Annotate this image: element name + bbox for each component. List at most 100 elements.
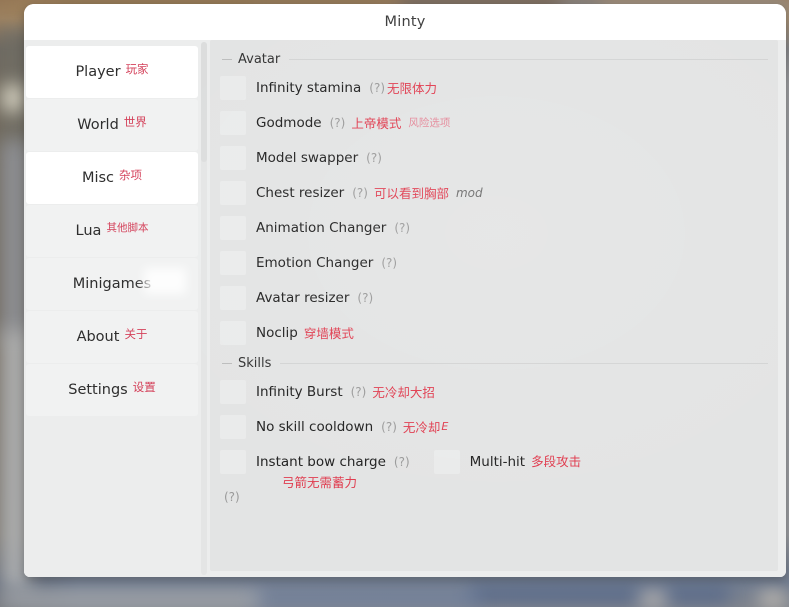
bg-blob-bottom-hud xyxy=(470,588,730,602)
option-label: Instant bow charge xyxy=(256,454,386,470)
sidebar-item-player[interactable]: Player 玩家 xyxy=(26,46,198,98)
option-row[interactable]: Chest resizer (?) 可以看到胸部 mod xyxy=(216,175,768,210)
option-label: Godmode xyxy=(256,114,322,131)
option-annotation-secondary: 风险选项 xyxy=(408,117,451,129)
sidebar-item-label-cn: 玩家 xyxy=(125,62,149,76)
checkbox-infinity-burst[interactable] xyxy=(220,379,246,404)
group-divider xyxy=(280,362,768,364)
option-row[interactable]: Infinity Burst (?) 无冷却大招 xyxy=(216,374,768,409)
sidebar-item-label: Player xyxy=(75,64,121,80)
group-header: Avatar xyxy=(216,48,768,70)
sidebar-item-label-cn: 设置 xyxy=(132,380,156,394)
checkbox-model-swapper[interactable] xyxy=(220,145,246,170)
sidebar-nav: Player 玩家 World 世界 Misc 杂项 Lua 其他脚本 Minigames Abo… xyxy=(24,40,198,577)
bg-blob-bottom-grey xyxy=(0,592,260,607)
group-skills: Skills Infinity Burst (?) 无冷却大招 No skill coo… xyxy=(216,352,768,504)
sidebar-item-minigames[interactable]: Minigames xyxy=(26,258,198,310)
sidebar-item-label: Minigames xyxy=(72,276,152,292)
option-annotation-cn: 穿墙模式 xyxy=(303,326,354,341)
bg-blob-hud-icon-2 xyxy=(760,592,786,606)
sidebar-item-settings[interactable]: Settings 设置 xyxy=(26,364,198,416)
minty-window: Minty Player 玩家 World 世界 Misc 杂项 Lua 其他脚本 Miniga… xyxy=(24,4,786,577)
settings-panel: Avatar Infinity stamina (?) 无限体力 Godmode (?) 上… xyxy=(210,40,778,571)
content-scrollbar[interactable] xyxy=(198,40,210,577)
option-annotation-cn: 无冷却大招 xyxy=(372,385,435,400)
option-label: Infinity Burst xyxy=(256,383,343,400)
checkbox-animation-changer[interactable] xyxy=(220,215,246,240)
group-header: Skills xyxy=(216,352,768,374)
help-question-icon[interactable]: (?) xyxy=(381,256,397,270)
option-annotation-secondary: E xyxy=(441,420,449,433)
group-dash xyxy=(222,58,232,60)
option-annotation-cn: 无冷却 xyxy=(402,420,441,435)
help-question-icon-stray[interactable]: (?) xyxy=(224,490,240,504)
sidebar-item-label: About xyxy=(76,329,120,345)
sidebar-item-label-cn: 杂项 xyxy=(119,168,143,182)
option-row[interactable]: Model swapper (?) xyxy=(216,140,768,175)
option-label: Noclip xyxy=(256,324,298,341)
group-divider xyxy=(289,58,768,60)
option-label: Infinity stamina xyxy=(256,79,362,96)
help-question-icon[interactable]: (?) xyxy=(381,420,397,434)
window-titlebar[interactable]: Minty xyxy=(24,4,786,41)
sidebar-item-label-cn: 世界 xyxy=(123,115,147,129)
help-question-icon[interactable]: (?) xyxy=(394,450,410,474)
option-label: Avatar resizer xyxy=(256,289,350,306)
option-row[interactable]: Animation Changer (?) xyxy=(216,210,768,245)
checkbox-instant-bow-charge[interactable] xyxy=(220,450,246,474)
bg-blob-left-icon xyxy=(2,85,24,111)
group-avatar: Avatar Infinity stamina (?) 无限体力 Godmode (?) 上… xyxy=(216,48,768,350)
option-label: Animation Changer xyxy=(256,219,387,236)
sidebar-item-lua[interactable]: Lua 其他脚本 xyxy=(26,205,198,257)
help-question-icon[interactable]: (?) xyxy=(394,221,410,235)
option-label: No skill cooldown xyxy=(256,418,374,435)
option-label: Model swapper xyxy=(256,149,359,166)
group-dash xyxy=(222,362,232,364)
option-row[interactable]: Avatar resizer (?) xyxy=(216,280,768,315)
sidebar-item-about[interactable]: About 关于 xyxy=(26,311,198,363)
group-title: Avatar xyxy=(238,51,281,67)
option-row[interactable]: Noclip 穿墙模式 xyxy=(216,315,768,350)
option-row[interactable]: Godmode (?) 上帝模式 风险选项 xyxy=(216,105,768,140)
window-title: Minty xyxy=(384,14,426,30)
checkbox-noclip[interactable] xyxy=(220,320,246,345)
option-row[interactable]: Infinity stamina (?) 无限体力 xyxy=(216,70,768,105)
help-question-icon[interactable]: (?) xyxy=(369,81,385,95)
checkbox-chest-resizer[interactable] xyxy=(220,180,246,205)
sidebar-item-label: Lua xyxy=(75,223,102,239)
checkbox-multi-hit[interactable] xyxy=(433,450,460,474)
group-title: Skills xyxy=(238,355,272,371)
window-body: Player 玩家 World 世界 Misc 杂项 Lua 其他脚本 Minigames Abo… xyxy=(24,40,786,577)
checkbox-infinity-stamina[interactable] xyxy=(220,75,246,100)
option-row[interactable]: Emotion Changer (?) xyxy=(216,245,768,280)
checkbox-godmode[interactable] xyxy=(220,110,246,135)
checkbox-no-skill-cooldown[interactable] xyxy=(220,414,246,439)
option-row[interactable]: No skill cooldown (?) 无冷却 E xyxy=(216,409,768,444)
help-question-icon[interactable]: (?) xyxy=(330,116,346,130)
option-annotation-cn: 可以看到胸部 xyxy=(373,186,449,201)
sidebar-item-misc[interactable]: Misc 杂项 xyxy=(26,152,198,204)
help-question-icon[interactable]: (?) xyxy=(351,385,367,399)
option-label: Emotion Changer xyxy=(256,254,374,271)
option-annotation-secondary: mod xyxy=(455,185,483,200)
option-label: Chest resizer xyxy=(256,184,345,201)
scrollbar-thumb[interactable] xyxy=(201,42,207,162)
option-row-dual[interactable]: Instant bow charge (?) Multi-hit 多段攻击弓箭无需蓄力… xyxy=(216,444,768,504)
sidebar-item-label-cn: 关于 xyxy=(124,327,148,341)
help-question-icon[interactable]: (?) xyxy=(352,186,368,200)
bg-blob-bottom-hud-2 xyxy=(250,594,480,606)
help-question-icon[interactable]: (?) xyxy=(357,291,373,305)
checkbox-avatar-resizer[interactable] xyxy=(220,285,246,310)
sidebar-item-label: Settings xyxy=(68,382,128,398)
sidebar-item-label: Misc xyxy=(81,170,115,186)
sidebar-item-world[interactable]: World 世界 xyxy=(26,99,198,151)
bg-blob-hud-icon-1 xyxy=(640,592,666,606)
option-annotation-cn-sub: 弓箭无需蓄力 xyxy=(282,475,358,490)
option-label: Multi-hit xyxy=(469,454,526,470)
option-annotation-cn: 多段攻击 xyxy=(531,454,582,469)
option-annotation-cn: 无限体力 xyxy=(387,81,438,96)
checkbox-emotion-changer[interactable] xyxy=(220,250,246,275)
help-question-icon[interactable]: (?) xyxy=(366,151,382,165)
sidebar-item-label-cn: 其他脚本 xyxy=(106,221,149,234)
sidebar-item-label: World xyxy=(77,117,119,133)
